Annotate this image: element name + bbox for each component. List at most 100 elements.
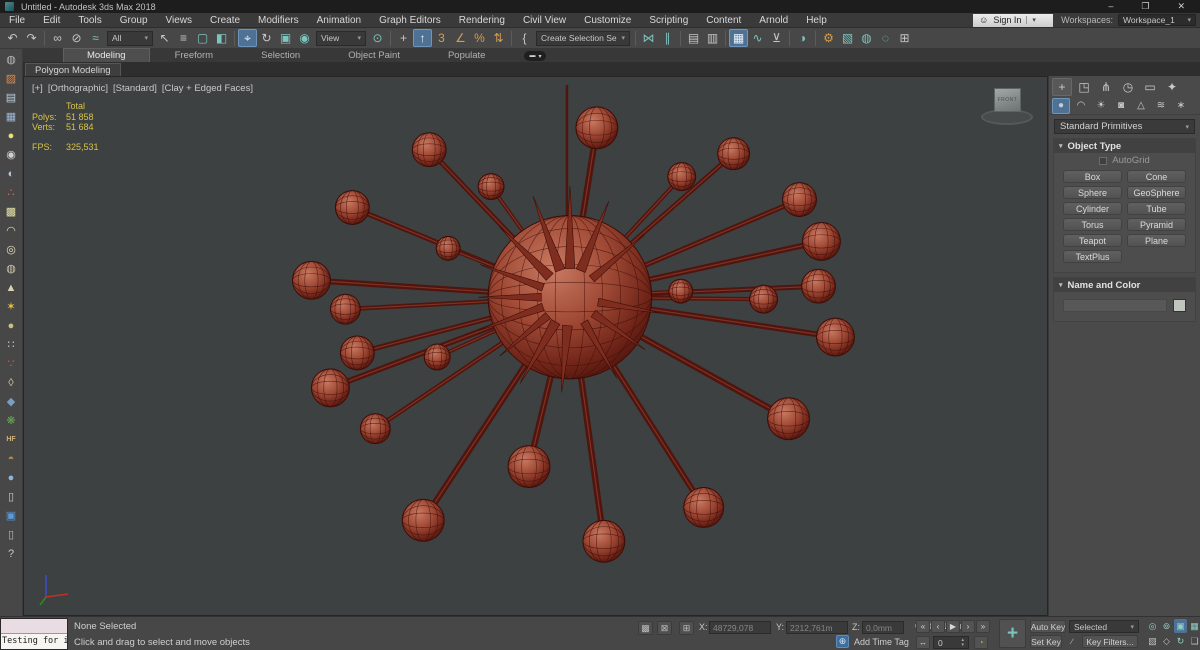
bind-to-space-warp-icon[interactable]: ≈ (86, 29, 105, 47)
ribbon-tab-modeling[interactable]: Modeling (63, 48, 150, 62)
menu-item-content[interactable]: Content (697, 15, 750, 26)
unlink-selection-icon[interactable]: ⊘ (67, 29, 86, 47)
helpers-category-icon[interactable]: △ (1132, 98, 1150, 114)
menu-item-animation[interactable]: Animation (308, 15, 370, 26)
render-presets-icon[interactable]: ⊞ (895, 29, 914, 47)
menu-item-customize[interactable]: Customize (575, 15, 640, 26)
menu-item-tools[interactable]: Tools (69, 15, 110, 26)
modify-tab-icon[interactable]: ◳ (1074, 78, 1094, 96)
space-warps-category-icon[interactable]: ≋ (1152, 98, 1170, 114)
object-type-sphere[interactable]: Sphere (1063, 186, 1122, 199)
render-production-icon[interactable]: ◍ (857, 29, 876, 47)
render-cloud-icon[interactable]: ◌ (876, 29, 895, 47)
pan-view-icon[interactable]: ◇ (1160, 634, 1173, 648)
ribbon-tab-freeform[interactable]: Freeform (152, 49, 237, 62)
camera-icon[interactable]: ◉ (2, 146, 21, 164)
menu-item-help[interactable]: Help (797, 15, 836, 26)
object-type-box[interactable]: Box (1063, 170, 1122, 183)
object-type-textplus[interactable]: TextPlus (1063, 250, 1122, 263)
primitive-category-dropdown[interactable]: Standard Primitives ▾ (1054, 119, 1195, 134)
auto-key-button[interactable]: Auto Key (1030, 620, 1066, 633)
teapot-primitive-icon[interactable]: ◍ (2, 260, 21, 278)
zoom-region-icon[interactable]: ▧ (1146, 634, 1159, 648)
ribbon-minimize-button[interactable]: ▬ ▾ (524, 51, 547, 61)
zoom-all-icon[interactable]: ⊚ (1160, 619, 1173, 633)
object-type-cone[interactable]: Cone (1127, 170, 1186, 183)
selected-box-icon[interactable]: ▣ (2, 507, 21, 525)
parameter-sheet-icon[interactable]: ▤ (2, 89, 21, 107)
listener-macro-pane[interactable] (1, 619, 67, 634)
set-keys-button[interactable]: + (999, 619, 1026, 648)
workspace-dropdown[interactable]: Workspace_1 ▾ (1118, 14, 1196, 26)
motion-tab-icon[interactable]: ◷ (1118, 78, 1138, 96)
sphere-primitive-icon[interactable]: ● (2, 317, 21, 335)
select-and-scale-icon[interactable]: ▣ (276, 29, 295, 47)
default-tangents-icon[interactable]: ∕ (1065, 635, 1079, 648)
dome-primitive-icon[interactable]: ◠ (2, 222, 21, 240)
maximize-icon[interactable]: ❐ (1141, 0, 1149, 13)
object-type-teapot[interactable]: Teapot (1063, 234, 1122, 247)
cameras-category-icon[interactable]: ◙ (1112, 98, 1130, 114)
use-pivot-point-center-icon[interactable]: ⊙ (368, 29, 387, 47)
textured-sphere-icon[interactable]: ◓ (2, 450, 21, 468)
hierarchy-tab-icon[interactable]: ⋔ (1096, 78, 1116, 96)
align-icon[interactable]: ∥ (658, 29, 677, 47)
zoom-extents-icon[interactable]: ▣ (1174, 619, 1187, 633)
menu-item-file[interactable]: File (0, 15, 34, 26)
display-tab-icon[interactable]: ▭ (1140, 78, 1160, 96)
named-selection-sets-icon[interactable]: { (515, 29, 534, 47)
shaded-sphere-icon[interactable]: ◐ (2, 165, 21, 183)
frame-spinner[interactable]: ▴ ▾ (961, 637, 964, 648)
shapes-category-icon[interactable]: ◠ (1072, 98, 1090, 114)
material-spheres-icon[interactable]: ∴ (2, 184, 21, 202)
play-button[interactable]: ▶ (946, 620, 960, 633)
time-configuration-icon[interactable]: ◔ (974, 636, 988, 649)
rendered-image-icon[interactable]: ▨ (2, 70, 21, 88)
select-and-link-icon[interactable]: ∞ (48, 29, 67, 47)
close-icon[interactable]: ✕ (1177, 0, 1185, 13)
orbit-icon[interactable]: ↻ (1174, 634, 1187, 648)
key-filters-button[interactable]: Key Filters... (1082, 635, 1138, 648)
menu-item-create[interactable]: Create (201, 15, 249, 26)
document-icon[interactable]: ▯ (2, 526, 21, 544)
star-primitive-icon[interactable]: ✶ (2, 298, 21, 316)
y-coord-field[interactable]: 2212,761m (786, 621, 848, 634)
mirror-icon[interactable]: ⋈ (639, 29, 658, 47)
viewport-menu-shading[interactable]: [Clay + Edged Faces] (162, 83, 253, 94)
ribbon-tab-object-paint[interactable]: Object Paint (325, 49, 423, 62)
keyboard-shortcut-override-icon[interactable]: ↑ (413, 29, 432, 47)
viewport-canvas[interactable] (24, 77, 1047, 615)
zoom-icon[interactable]: ◎ (1146, 619, 1159, 633)
viewport-menu-pov[interactable]: [Orthographic] (48, 83, 108, 94)
ribbon-tab-populate[interactable]: Populate (425, 49, 509, 62)
percent-snap-icon[interactable]: % (470, 29, 489, 47)
curve-editor-icon[interactable]: ∿ (748, 29, 767, 47)
selection-lock-icon[interactable]: ⊠ (657, 621, 672, 635)
utilities-tab-icon[interactable]: ✦ (1162, 78, 1182, 96)
minimize-icon[interactable]: – (1108, 0, 1113, 13)
menu-item-scripting[interactable]: Scripting (640, 15, 697, 26)
object-type-torus[interactable]: Torus (1063, 218, 1122, 231)
viewport[interactable]: [+] [Orthographic] [Standard] [Clay + Edged… (23, 76, 1048, 616)
ribbon-teapot-icon[interactable]: ◍ (2, 51, 21, 69)
maxscript-mini-listener[interactable]: Testing for i (0, 618, 68, 650)
viewport-menu-standard[interactable]: [Standard] (113, 83, 157, 94)
rendered-frame-icon[interactable]: ▧ (838, 29, 857, 47)
view-cube[interactable]: FRONT (979, 85, 1035, 131)
menu-item-civil-view[interactable]: Civil View (514, 15, 575, 26)
select-and-manipulate-icon[interactable]: + (394, 29, 413, 47)
menu-item-views[interactable]: Views (157, 15, 202, 26)
tab-polygon-modeling[interactable]: Polygon Modeling (25, 63, 121, 76)
current-frame-field[interactable]: 0 ▴ ▾ (933, 636, 969, 649)
add-time-tag-icon[interactable]: ⊕ (836, 635, 849, 648)
cone-primitive-icon[interactable]: ▲ (2, 279, 21, 297)
select-by-name-icon[interactable]: ≡ (174, 29, 193, 47)
object-type-rollout-header[interactable]: ▾ Object Type (1054, 139, 1195, 153)
menu-item-rendering[interactable]: Rendering (450, 15, 514, 26)
selection-set-dropdown[interactable]: Create Selection Se ▾ (536, 30, 630, 46)
z-coord-field[interactable]: 0,0mm (862, 621, 904, 634)
geometry-category-icon[interactable]: ● (1052, 97, 1070, 114)
key-mode-toggle-icon[interactable]: ↔ (916, 636, 930, 649)
x-coord-field[interactable]: 48729,078 (709, 621, 771, 634)
foliage-icon[interactable]: ❋ (2, 412, 21, 430)
